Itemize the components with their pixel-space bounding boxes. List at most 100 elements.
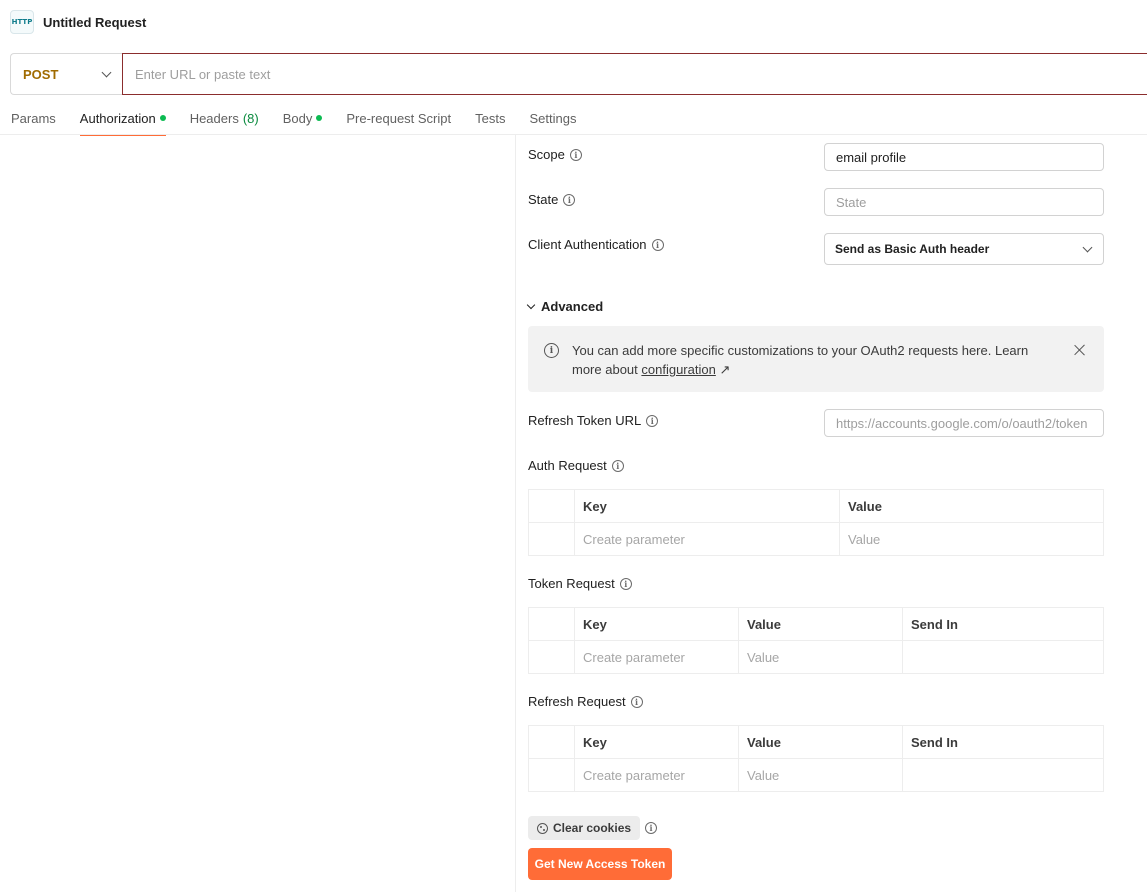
modified-dot-icon <box>316 115 323 121</box>
tab-body-label: Body <box>282 110 313 126</box>
info-icon[interactable]: i <box>651 238 664 251</box>
info-icon[interactable]: i <box>563 193 576 206</box>
tab-pre-request-script[interactable]: Pre-request Script <box>346 101 451 135</box>
http-icon-label: HTTP <box>11 18 33 26</box>
value-header: Value <box>738 725 903 759</box>
pane-divider[interactable] <box>515 135 516 892</box>
tab-params[interactable]: Params <box>11 101 56 135</box>
checkbox-column <box>528 725 575 759</box>
token-request-table: Key Value Send In Create parameter Value <box>528 607 1104 674</box>
refresh-request-table: Key Value Send In Create parameter Value <box>528 725 1104 792</box>
refresh-token-url-label: Refresh Token URL i <box>528 413 659 428</box>
value-header: Value <box>738 607 903 641</box>
row-checkbox-cell <box>528 758 575 792</box>
table-row: Create parameter Value <box>528 522 1104 556</box>
table-row: Create parameter Value <box>528 758 1104 792</box>
info-icon[interactable]: i <box>630 695 643 708</box>
method-label: POST <box>23 66 59 82</box>
info-icon[interactable]: i <box>646 414 659 427</box>
info-icon[interactable]: i <box>619 577 632 590</box>
modified-dot-icon <box>159 115 166 121</box>
row-checkbox-cell <box>528 522 575 556</box>
cookie-icon <box>537 822 548 834</box>
state-label: State i <box>528 192 576 207</box>
tab-settings-label: Settings <box>529 110 577 126</box>
tab-pre-request-script-label: Pre-request Script <box>346 110 452 126</box>
client-auth-label-text: Client Authentication <box>528 237 647 252</box>
scope-label-text: Scope <box>528 147 565 162</box>
client-auth-value: Send as Basic Auth header <box>835 242 990 256</box>
tab-authorization[interactable]: Authorization <box>79 101 166 136</box>
table-header-row: Key Value Send In <box>528 725 1104 759</box>
key-cell[interactable]: Create parameter <box>574 758 739 792</box>
key-header: Key <box>574 489 840 523</box>
value-cell[interactable]: Value <box>738 758 903 792</box>
info-icon[interactable]: i <box>645 822 657 834</box>
client-auth-label: Client Authentication i <box>528 237 664 252</box>
auth-request-label: Auth Request i <box>528 458 624 473</box>
scope-label: Scope i <box>528 147 582 162</box>
tab-settings[interactable]: Settings <box>529 101 576 135</box>
key-header: Key <box>574 607 739 641</box>
table-header-row: Key Value Send In <box>528 607 1104 641</box>
advanced-label: Advanced <box>541 299 604 314</box>
headers-count: (8) <box>242 110 259 126</box>
info-icon: i <box>544 343 559 358</box>
chevron-down-icon <box>1082 242 1093 252</box>
request-tabs: Params Authorization Headers (8) Body Pre… <box>0 101 1147 136</box>
configuration-link[interactable]: configuration <box>641 362 715 377</box>
info-icon[interactable]: i <box>611 459 624 472</box>
method-select[interactable]: POST <box>10 53 122 95</box>
get-new-access-token-button[interactable]: Get New Access Token <box>528 848 672 880</box>
send-in-header: Send In <box>902 725 1104 759</box>
token-request-label: Token Request i <box>528 576 632 591</box>
tab-authorization-label: Authorization <box>79 110 156 126</box>
send-in-header: Send In <box>902 607 1104 641</box>
scope-input[interactable] <box>824 143 1104 171</box>
notice-text: You can add more specific customizations… <box>572 341 1042 379</box>
chevron-down-icon <box>101 67 112 77</box>
auth-request-table: Key Value Create parameter Value <box>528 489 1104 556</box>
send-in-cell[interactable] <box>902 640 1104 674</box>
tab-headers[interactable]: Headers (8) <box>190 101 259 135</box>
key-cell[interactable]: Create parameter <box>574 640 739 674</box>
clear-cookies-label: Clear cookies <box>553 821 632 835</box>
row-checkbox-cell <box>528 640 575 674</box>
request-title[interactable]: Untitled Request <box>43 15 146 30</box>
refresh-request-label: Refresh Request i <box>528 694 643 709</box>
tab-tests-label: Tests <box>475 110 506 126</box>
tab-tests[interactable]: Tests <box>475 101 505 135</box>
key-cell[interactable]: Create parameter <box>574 522 840 556</box>
tab-params-label: Params <box>11 110 56 126</box>
clear-cookies-button[interactable]: Clear cookies <box>528 816 641 840</box>
chevron-down-icon <box>526 300 536 309</box>
token-request-label-text: Token Request <box>528 576 615 591</box>
request-header: HTTP Untitled Request <box>0 0 1147 44</box>
close-icon[interactable] <box>1073 343 1087 357</box>
table-row: Create parameter Value <box>528 640 1104 674</box>
state-label-text: State <box>528 192 559 207</box>
auth-request-label-text: Auth Request <box>528 458 607 473</box>
refresh-token-url-input[interactable] <box>824 409 1104 437</box>
info-icon[interactable]: i <box>569 148 582 161</box>
advanced-notice: i You can add more specific customizatio… <box>528 326 1104 392</box>
http-icon: HTTP <box>10 10 34 34</box>
client-auth-select[interactable]: Send as Basic Auth header <box>824 233 1104 265</box>
refresh-token-url-label-text: Refresh Token URL <box>528 413 642 428</box>
value-cell[interactable]: Value <box>839 522 1104 556</box>
state-input[interactable] <box>824 188 1104 216</box>
tab-body[interactable]: Body <box>283 101 323 135</box>
checkbox-column <box>528 489 575 523</box>
refresh-request-label-text: Refresh Request <box>528 694 626 709</box>
external-link-icon: ↗ <box>719 362 731 377</box>
value-cell[interactable]: Value <box>738 640 903 674</box>
url-input[interactable] <box>122 53 1147 95</box>
key-header: Key <box>574 725 739 759</box>
table-header-row: Key Value <box>528 489 1104 523</box>
url-bar: POST <box>10 53 1147 95</box>
tab-headers-label: Headers <box>189 110 239 126</box>
checkbox-column <box>528 607 575 641</box>
advanced-toggle[interactable]: Advanced <box>526 299 604 314</box>
send-in-cell[interactable] <box>902 758 1104 792</box>
value-header: Value <box>839 489 1104 523</box>
